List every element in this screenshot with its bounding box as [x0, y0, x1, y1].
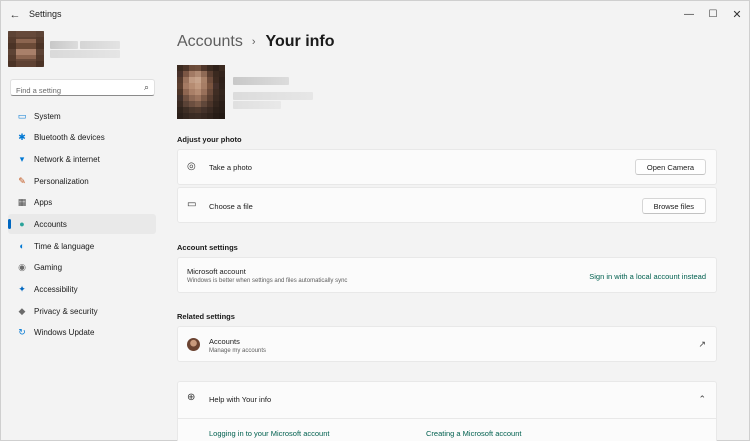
blurred-email [50, 50, 120, 58]
person-icon: ● [19, 219, 25, 230]
choose-file-label: Choose a file [209, 202, 253, 211]
accessibility-icon: ✦ [18, 284, 26, 294]
divider [178, 418, 716, 419]
sidebar-item-label: Accessibility [34, 285, 78, 294]
account-avatar-icon [187, 338, 200, 351]
section-title-related-settings: Related settings [177, 312, 235, 321]
related-accounts-row[interactable]: Accounts Manage my accounts ↗ [177, 326, 717, 362]
title-bar: ← Settings — ☐ ✕ [1, 1, 749, 29]
sidebar-item-apps[interactable]: ▦ Apps [8, 193, 156, 213]
sidebar-item-personalization[interactable]: ✎ Personalization [8, 171, 156, 191]
breadcrumb-parent[interactable]: Accounts [177, 33, 243, 51]
sidebar-item-windows-update[interactable]: ↻ Windows Update [8, 323, 156, 343]
update-icon: ↻ [18, 327, 26, 338]
sign-in-local-account-link[interactable]: Sign in with a local account instead [589, 272, 706, 281]
close-button[interactable]: ✕ [727, 5, 747, 23]
search-icon[interactable]: ⌕ [144, 82, 149, 93]
sidebar-item-label: Bluetooth & devices [34, 133, 105, 143]
sidebar-item-privacy-security[interactable]: ◆ Privacy & security [8, 301, 156, 321]
take-photo-label: Take a photo [209, 163, 252, 172]
chevron-right-icon: › [251, 36, 256, 48]
sidebar-item-time-language[interactable]: ◐ Time & language [8, 236, 156, 256]
search-input[interactable] [11, 83, 131, 98]
sidebar-item-gaming[interactable]: ◉ Gaming [8, 258, 156, 278]
sidebar-item-label: Privacy & security [34, 306, 98, 316]
profile-picture [177, 65, 225, 119]
open-camera-button[interactable]: Open Camera [634, 159, 706, 175]
back-arrow-icon[interactable]: ← [7, 7, 23, 23]
gamepad-icon: ◉ [18, 262, 26, 273]
sidebar-nav: ▭ System ✱ Bluetooth & devices ▾ Network & in… [8, 106, 156, 345]
help-expander: ⊕ Help with Your info ⌃ Logging in to yo… [177, 381, 717, 441]
sidebar-item-label: Time & language [34, 241, 95, 251]
section-title-adjust-photo: Adjust your photo [177, 135, 242, 144]
folder-icon: ▭ [187, 199, 197, 210]
section-title-account-settings: Account settings [177, 243, 238, 252]
sidebar-item-system[interactable]: ▭ System [8, 106, 156, 126]
related-accounts-subtitle: Manage my accounts [209, 348, 267, 354]
settings-window: ← Settings — ☐ ✕ ⌕ ▭ System ✱ Bluetooth & d… [0, 0, 750, 441]
app-title: Settings [29, 9, 62, 19]
camera-icon: ◎ [187, 161, 196, 172]
maximize-button[interactable]: ☐ [703, 5, 723, 23]
shield-icon: ◆ [18, 305, 26, 316]
apps-icon: ▦ [17, 197, 27, 208]
monitor-icon: ▭ [17, 110, 27, 121]
sidebar-item-label: Apps [34, 198, 53, 208]
chevron-up-icon[interactable]: ⌃ [698, 394, 706, 405]
microsoft-account-title: Microsoft account [187, 267, 246, 276]
external-link-icon: ↗ [698, 339, 706, 349]
help-title[interactable]: Help with Your info [209, 395, 271, 404]
blurred-username [80, 41, 120, 49]
related-accounts-title: Accounts [209, 337, 240, 346]
wifi-icon: ▾ [19, 153, 25, 164]
blurred-account-type [233, 101, 281, 109]
sidebar-item-label: Windows Update [34, 328, 95, 338]
globe-clock-icon: ◐ [19, 241, 25, 252]
sidebar-item-label: Personalization [34, 176, 89, 186]
sidebar-item-accounts[interactable]: ● Accounts [8, 214, 156, 235]
sidebar-item-bluetooth-devices[interactable]: ✱ Bluetooth & devices [8, 128, 156, 148]
sidebar-item-network-internet[interactable]: ▾ Network & internet [8, 149, 156, 169]
minimize-button[interactable]: — [679, 5, 699, 23]
blurred-username [50, 41, 78, 49]
take-photo-row: ◎ Take a photo Open Camera [177, 149, 717, 185]
microsoft-account-subtitle: Windows is better when settings and file… [187, 278, 348, 284]
blurred-username [233, 77, 289, 85]
help-link-creating-account[interactable]: Creating a Microsoft account [426, 429, 521, 438]
globe-icon: ⊕ [187, 392, 196, 403]
sidebar-item-label: Network & internet [34, 154, 100, 164]
sidebar-item-label: Accounts [34, 219, 67, 229]
avatar [8, 31, 44, 67]
brush-icon: ✎ [18, 175, 26, 186]
search-field[interactable]: ⌕ [10, 79, 155, 98]
sidebar-item-label: Gaming [34, 263, 63, 273]
page-title: Your info [265, 33, 335, 50]
browse-files-button[interactable]: Browse files [641, 198, 706, 214]
microsoft-account-row: Microsoft account Windows is better when… [177, 257, 717, 293]
sidebar-item-accessibility[interactable]: ✦ Accessibility [8, 280, 156, 300]
help-link-logging-in[interactable]: Logging in to your Microsoft account [209, 429, 329, 438]
choose-file-row: ▭ Choose a file Browse files [177, 187, 717, 223]
breadcrumb: Accounts › Your info [177, 33, 335, 51]
bluetooth-icon: ✱ [18, 132, 26, 143]
blurred-email [233, 92, 313, 100]
sidebar-item-label: System [34, 111, 61, 121]
